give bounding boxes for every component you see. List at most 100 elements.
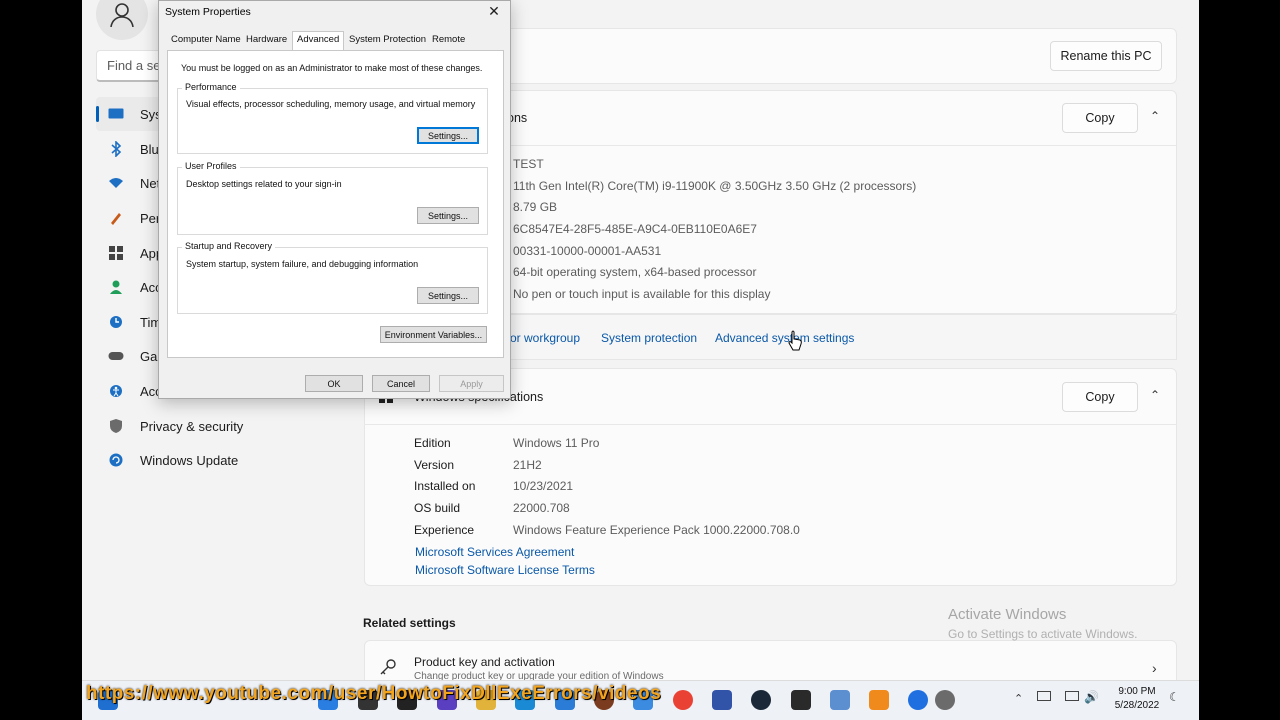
chevron-up-icon[interactable]: ⌃ <box>1014 692 1023 705</box>
system-type-value: 64-bit operating system, x64-based proce… <box>513 265 757 279</box>
startup-recovery-title: Startup and Recovery <box>182 241 276 251</box>
device-name-value: TEST <box>513 157 544 171</box>
clock-time[interactable]: 9:00 PM <box>1112 686 1162 697</box>
network-icon <box>106 173 126 193</box>
apps-icon <box>106 243 126 263</box>
mouse-cursor-icon <box>788 330 802 351</box>
related-settings-title: Related settings <box>363 616 456 630</box>
nav-item-privacy[interactable]: Privacy & security <box>96 409 348 443</box>
app-blue-icon[interactable] <box>908 690 928 710</box>
user-icon <box>110 3 134 27</box>
app-orange-icon[interactable] <box>869 690 889 710</box>
advanced-system-settings-link[interactable]: Advanced system settings <box>715 331 854 345</box>
env-label: Environment Variables... <box>384 329 483 340</box>
user-profiles-desc: Desktop settings related to your sign-in <box>186 179 342 189</box>
personalization-icon <box>106 208 126 228</box>
ok-label: OK <box>327 378 341 389</box>
spec-key: Experience <box>414 523 475 537</box>
system-icon <box>106 104 126 124</box>
rename-label: Rename this PC <box>1060 49 1152 63</box>
nav-item-windows-update[interactable]: Windows Update <box>96 443 348 477</box>
apply-button[interactable]: Apply <box>439 375 504 392</box>
product-key-title: Product key and activation <box>414 655 555 669</box>
dialog-title: System Properties <box>165 6 251 18</box>
chevron-right-icon: › <box>1152 660 1157 676</box>
close-icon[interactable]: ✕ <box>484 3 504 20</box>
search-placeholder: Find a set <box>107 58 165 73</box>
settings-gear-icon[interactable] <box>935 690 955 710</box>
device-id-value: 6C8547E4-28F5-485E-A9C4-0EB110E0A6E7 <box>513 222 757 236</box>
notification-icon[interactable]: ☾ <box>1169 690 1180 704</box>
spec-key: OS build <box>414 501 461 515</box>
performance-settings-button[interactable]: Settings... <box>417 127 479 144</box>
system-properties-dialog: System Properties ✕ Computer Name Hardwa… <box>158 0 511 399</box>
youtube-url-watermark: https://www.youtube.com/user/HowtoFixDll… <box>86 683 662 704</box>
gaming-icon <box>106 346 126 366</box>
tab-remote[interactable]: Remote <box>431 34 466 50</box>
update-icon <box>106 450 126 470</box>
spec-value: 21H2 <box>513 458 542 472</box>
performance-group <box>177 88 488 154</box>
keyboard-icon[interactable] <box>1037 691 1051 701</box>
divider <box>364 424 1177 425</box>
spec-key: Version <box>414 458 455 472</box>
shield-icon <box>106 416 126 436</box>
ok-button[interactable]: OK <box>305 375 363 392</box>
tab-hardware[interactable]: Hardware <box>245 34 288 50</box>
cancel-button[interactable]: Cancel <box>372 375 430 392</box>
bluetooth-icon <box>106 139 126 159</box>
spec-value: Windows 11 Pro <box>513 436 600 450</box>
nav-label: Privacy & security <box>140 418 244 434</box>
tab-advanced[interactable]: Advanced <box>292 31 345 51</box>
image-viewer-icon[interactable] <box>830 690 850 710</box>
settings-label: Settings... <box>427 130 469 141</box>
chevron-up-icon[interactable]: ⌃ <box>1150 388 1160 402</box>
cancel-label: Cancel <box>386 378 415 389</box>
nav-label: Windows Update <box>140 452 239 468</box>
processor-value: 11th Gen Intel(R) Core(TM) i9-11900K @ 3… <box>513 179 917 193</box>
copy-label: Copy <box>1085 390 1115 404</box>
tab-computer-name[interactable]: Computer Name <box>170 34 242 50</box>
user-profiles-title: User Profiles <box>182 161 240 171</box>
ram-value: 8.79 GB <box>513 200 558 214</box>
volume-icon[interactable]: 🔊 <box>1084 690 1099 704</box>
clock-date[interactable]: 5/28/2022 <box>1108 700 1166 711</box>
spec-value: 10/23/2021 <box>513 479 574 493</box>
performance-title: Performance <box>182 82 240 92</box>
spec-key: Edition <box>414 436 451 450</box>
copy-label: Copy <box>1085 111 1115 125</box>
activate-windows-subtitle: Go to Settings to activate Windows. <box>948 627 1138 641</box>
spec-value: Windows Feature Experience Pack 1000.220… <box>513 523 800 537</box>
performance-desc: Visual effects, processor scheduling, me… <box>186 99 476 109</box>
network-tray-icon[interactable] <box>1065 691 1079 701</box>
copy-device-specs-button[interactable]: Copy <box>1062 103 1138 133</box>
startup-recovery-desc: System startup, system failure, and debu… <box>186 259 419 269</box>
spec-key: Installed on <box>414 479 476 493</box>
ms-license-terms-link[interactable]: Microsoft Software License Terms <box>415 563 595 577</box>
accessibility-icon <box>106 381 126 401</box>
advanced-tab-panel: You must be logged on as an Administrato… <box>167 50 504 358</box>
ms-services-agreement-link[interactable]: Microsoft Services Agreement <box>415 545 574 559</box>
steam-icon[interactable] <box>751 690 771 710</box>
spec-value: 22000.708 <box>513 501 570 515</box>
chevron-up-icon[interactable]: ⌃ <box>1150 109 1160 123</box>
settings-label: Settings... <box>427 210 469 221</box>
editor-icon[interactable] <box>712 690 732 710</box>
epic-games-icon[interactable] <box>791 690 811 710</box>
apply-label: Apply <box>460 378 483 389</box>
environment-variables-button[interactable]: Environment Variables... <box>380 326 487 343</box>
pen-touch-value: No pen or touch input is available for t… <box>513 287 771 301</box>
startup-recovery-settings-button[interactable]: Settings... <box>417 287 479 304</box>
system-protection-link[interactable]: System protection <box>601 331 697 345</box>
chrome-icon[interactable] <box>673 690 693 710</box>
copy-windows-specs-button[interactable]: Copy <box>1062 382 1138 412</box>
tab-system-protection[interactable]: System Protection <box>348 34 427 50</box>
rename-pc-button[interactable]: Rename this PC <box>1050 41 1162 71</box>
user-profiles-group <box>177 167 488 235</box>
domain-workgroup-link[interactable]: or workgroup <box>510 331 580 345</box>
accounts-icon <box>106 277 126 297</box>
activate-windows-title: Activate Windows <box>948 606 1067 623</box>
key-icon <box>380 659 396 675</box>
user-avatar <box>96 0 148 40</box>
user-profiles-settings-button[interactable]: Settings... <box>417 207 479 224</box>
